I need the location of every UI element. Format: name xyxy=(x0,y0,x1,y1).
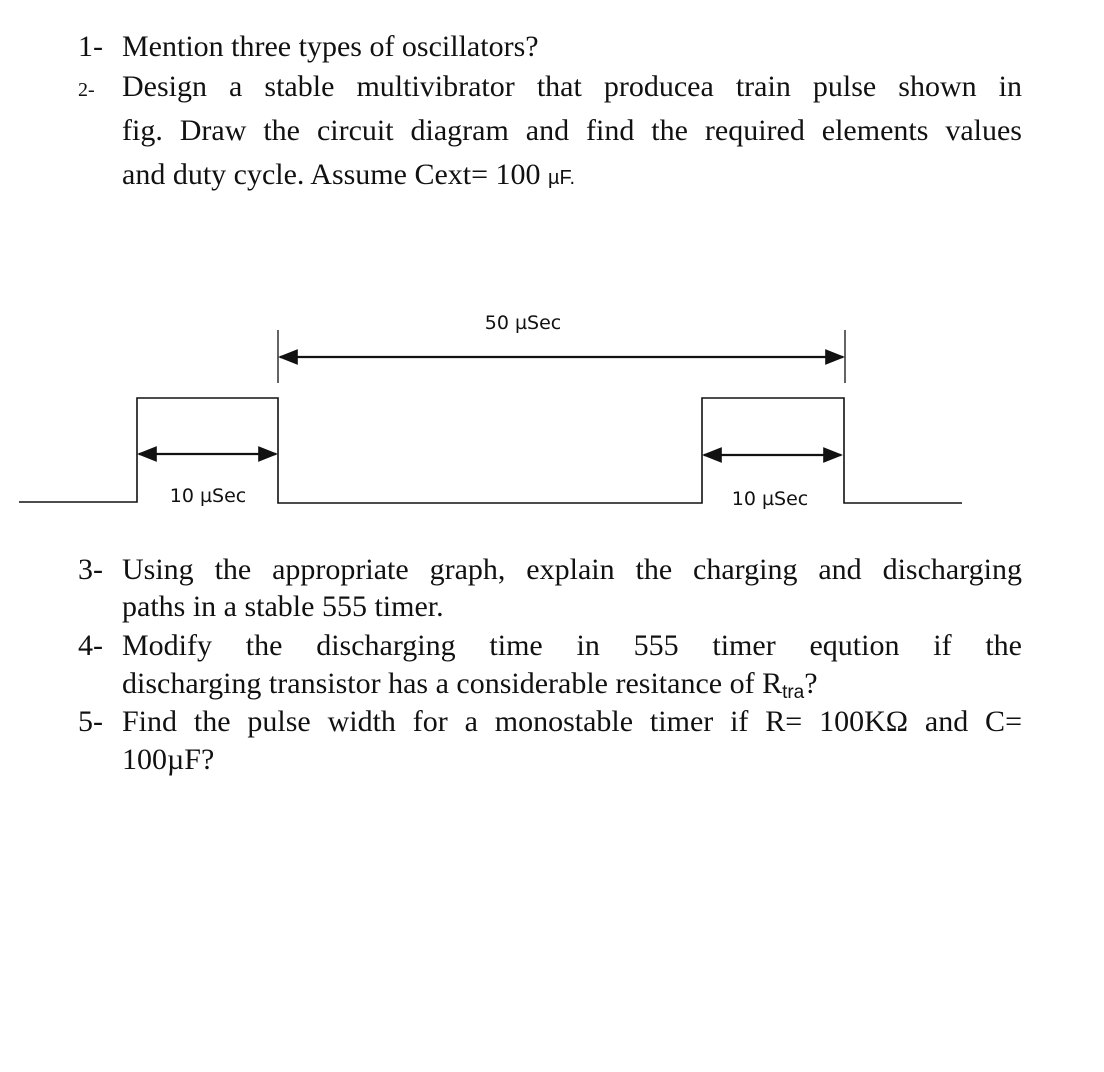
suffix-text: ? xyxy=(804,667,818,700)
question-text: paths in a stable 555 timer. xyxy=(122,590,444,623)
question-number: 5- xyxy=(78,705,103,738)
question-text: Using the appropriate graph, explain the… xyxy=(122,553,1022,586)
question-text-part: discharging transistor has a considerabl… xyxy=(122,667,783,700)
question-text: discharging transistor has a considerabl… xyxy=(122,667,1022,710)
question-number: 4- xyxy=(78,629,103,662)
pulse-train-figure: 50 µSec 10 µSec 10 µSec xyxy=(19,312,962,510)
period-label: 50 µSec xyxy=(485,312,562,334)
waveform xyxy=(19,397,962,504)
question-number: 3- xyxy=(78,553,103,586)
pulse1-label: 10 µSec xyxy=(170,485,247,507)
question-text: Modify the discharging time in 555 timer… xyxy=(122,629,1022,662)
subscript-text: tra xyxy=(782,682,805,703)
pulse2-label: 10 µSec xyxy=(732,488,809,510)
question-text: Find the pulse width for a monostable ti… xyxy=(122,705,1022,738)
question-text: 100µF? xyxy=(122,743,215,776)
